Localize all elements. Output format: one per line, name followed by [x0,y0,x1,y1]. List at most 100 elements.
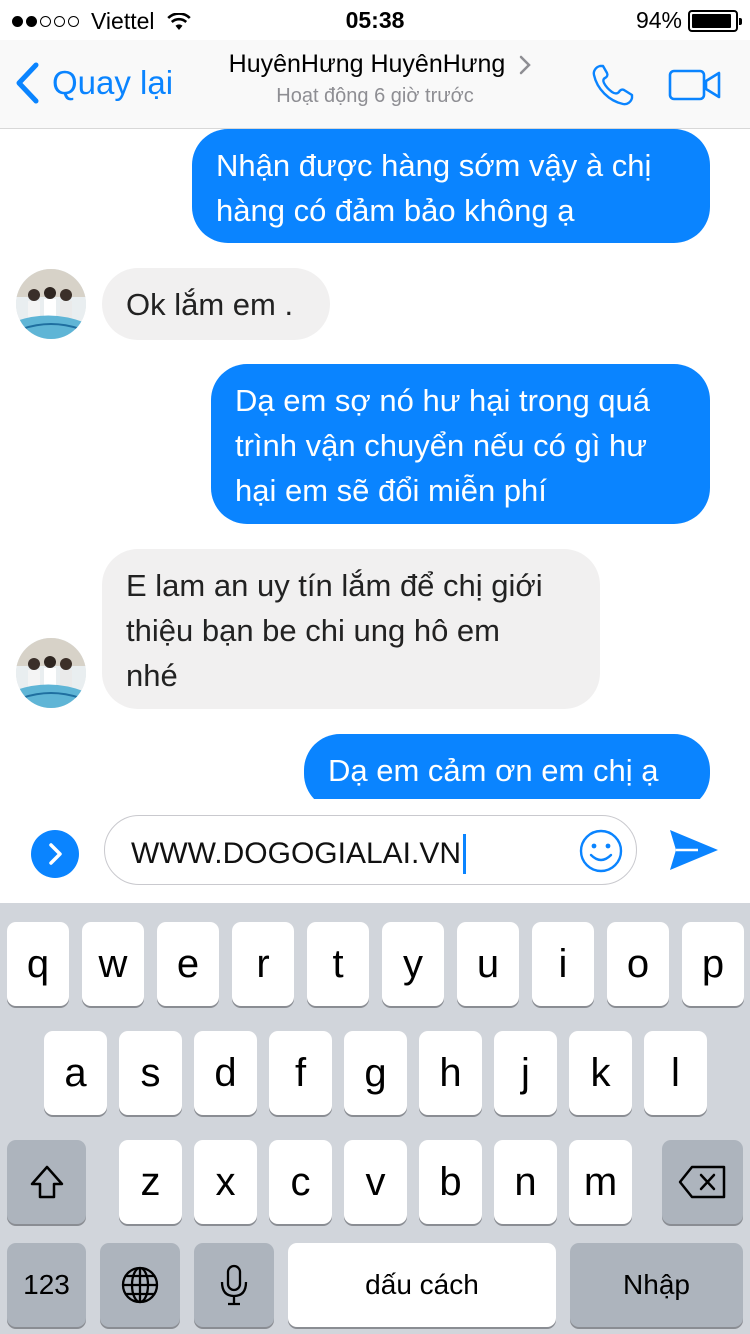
key-l[interactable]: l [644,1031,707,1115]
key-b[interactable]: b [419,1140,482,1224]
message-composer: WWW.DOGOGIALAI.VN [0,799,750,903]
key-label: g [364,1050,387,1095]
send-icon[interactable] [668,827,720,873]
key-x[interactable]: x [194,1140,257,1224]
dictation-key[interactable] [194,1243,274,1327]
key-label: u [476,941,500,986]
key-label: v [365,1159,386,1204]
avatar-image [16,638,86,708]
key-label: w [98,941,128,986]
key-label: p [701,941,725,986]
key-label: b [439,1159,462,1204]
key-e[interactable]: e [157,922,219,1006]
globe-icon [121,1266,159,1304]
message-bubble-incoming[interactable]: Ok lắm em . [102,268,330,340]
shift-icon [30,1165,63,1199]
microphone-icon [220,1264,248,1306]
message-line: hàng có đảm bảo không ạ [216,193,575,228]
contact-status: Hoạt động 6 giờ trước [276,85,474,107]
expand-actions-button[interactable] [31,830,79,878]
key-label: d [214,1050,237,1095]
key-h[interactable]: h [419,1031,482,1115]
avatar-image [16,269,86,339]
key-p[interactable]: p [682,922,744,1006]
key-label: q [26,941,50,986]
key-g[interactable]: g [344,1031,407,1115]
key-t[interactable]: t [307,922,369,1006]
key-label: a [64,1050,87,1095]
key-label: i [558,941,568,986]
battery-icon [688,9,742,32]
message-line: trình vận chuyển nếu có gì hư [235,428,647,463]
key-label: f [294,1050,307,1095]
message-line: Dạ em sợ nó hư hại trong quá [235,383,651,418]
key-u[interactable]: u [457,922,519,1006]
numbers-key[interactable]: 123 [7,1243,86,1327]
key-q[interactable]: q [7,922,69,1006]
key-label: j [521,1050,530,1095]
key-c[interactable]: c [269,1140,332,1224]
delete-key[interactable] [662,1140,743,1224]
key-i[interactable]: i [532,922,594,1006]
battery-percent: 94% [635,7,682,33]
message-bubble-incoming[interactable]: E lam an uy tín lắm để chị giới thiệu bạ… [102,549,600,709]
key-label: k [590,1050,611,1095]
key-label: z [140,1159,161,1204]
key-j[interactable]: j [494,1031,557,1115]
key-w[interactable]: w [82,922,144,1006]
space-key[interactable]: dấu cách [288,1243,556,1327]
backspace-icon [678,1165,725,1199]
key-f[interactable]: f [269,1031,332,1115]
key-label: m [583,1159,618,1204]
message-list[interactable]: Nhận được hàng sớm vậy à chị hàng có đảm… [0,129,750,799]
key-n[interactable]: n [494,1140,557,1224]
video-camera-icon[interactable] [668,68,722,102]
message-input[interactable]: WWW.DOGOGIALAI.VN [104,815,637,885]
smiley-icon[interactable] [578,828,624,874]
key-r[interactable]: r [232,922,294,1006]
key-label: o [626,941,650,986]
key-s[interactable]: s [119,1031,182,1115]
message-line: Ok lắm em . [126,287,294,322]
key-label: e [176,941,200,986]
key-y[interactable]: y [382,922,444,1006]
key-m[interactable]: m [569,1140,632,1224]
key-label: h [439,1050,462,1095]
contact-title-area[interactable]: HuyênHưng HuyênHưng Hoạt động 6 giờ trướ… [0,50,750,108]
message-bubble-outgoing[interactable]: Dạ em cảm ơn em chị ạ [304,734,710,799]
key-z[interactable]: z [119,1140,182,1224]
message-line: hại em sẽ đổi miễn phí [235,473,547,508]
key-label: c [290,1159,311,1204]
key-v[interactable]: v [344,1140,407,1224]
keyboard: 123 dấu cách Nhập q w e r t y u i o p a s d f g h j k l z x c… [0,903,750,1334]
key-label: n [514,1159,537,1204]
key-o[interactable]: o [607,922,669,1006]
chevron-right-icon [520,55,532,74]
shift-key[interactable] [7,1140,86,1224]
message-line: nhé [126,658,178,693]
return-key[interactable]: Nhập [570,1243,743,1327]
globe-key[interactable] [100,1243,180,1327]
message-line: thiệu bạn be chi ung hô em [126,613,500,648]
key-d[interactable]: d [194,1031,257,1115]
text-cursor [463,834,467,874]
conversation-header: Quay lại HuyênHưng HuyênHưng Hoạt động 6… [0,40,750,129]
key-k[interactable]: k [569,1031,632,1115]
message-input-value: WWW.DOGOGIALAI.VN [131,837,462,870]
message-line: E lam an uy tín lắm để chị giới [126,568,543,603]
key-label: t [332,941,344,986]
status-bar: Viettel 05:38 94% [0,0,750,40]
chevron-right-icon [49,843,62,865]
message-line: Nhận được hàng sớm vậy à chị [216,148,652,183]
key-label: l [671,1050,680,1095]
phone-icon[interactable] [590,62,636,108]
message-bubble-outgoing[interactable]: Dạ em sợ nó hư hại trong quá trình vận c… [211,364,710,524]
avatar[interactable] [16,269,86,339]
message-line: Dạ em cảm ơn em chị ạ [328,753,659,788]
contact-name: HuyênHưng HuyênHưng [228,50,506,78]
key-label: x [215,1159,236,1204]
avatar[interactable] [16,638,86,708]
key-label: s [140,1050,161,1095]
message-bubble-outgoing[interactable]: Nhận được hàng sớm vậy à chị hàng có đảm… [192,129,710,243]
key-a[interactable]: a [44,1031,107,1115]
